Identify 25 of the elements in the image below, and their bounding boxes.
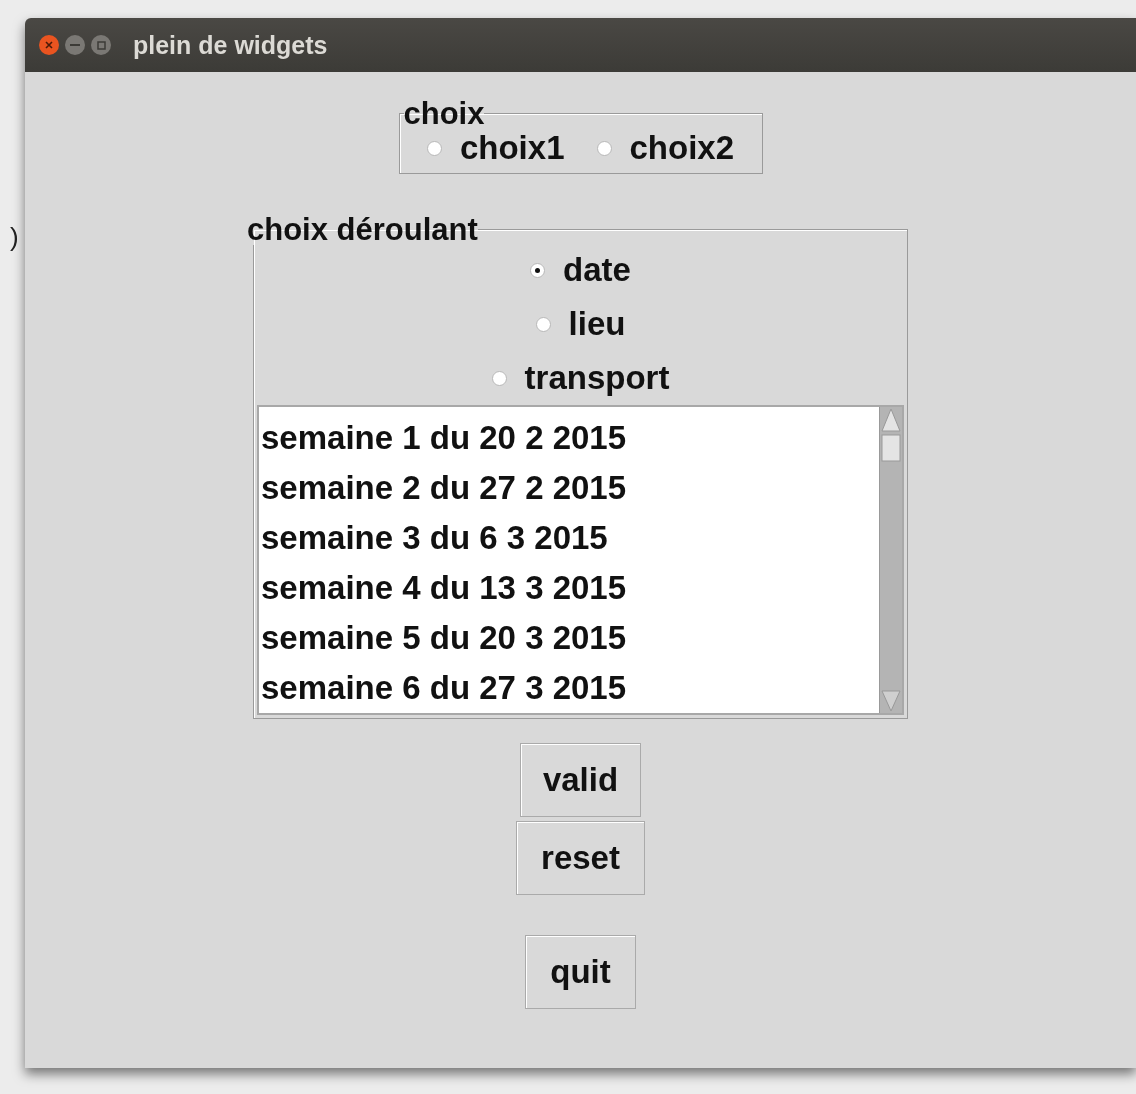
list-box[interactable]: semaine 1 du 20 2 2015 semaine 2 du 27 2 2015 semaine 3 du 6 3 2015 semaine 4 du 13 3 2015 semaine 5 du 20 3 2015 semaine 6 du 27 3 2015 bbox=[257, 405, 904, 715]
push-button[interactable]: valid bbox=[519, 743, 642, 817]
maximize-icon[interactable] bbox=[91, 35, 111, 55]
list-item[interactable]: semaine 2 du 27 2 2015 bbox=[259, 463, 879, 513]
list-item[interactable]: semaine 4 du 13 3 2015 bbox=[259, 563, 879, 613]
radio-option[interactable]: choix2 bbox=[596, 129, 735, 167]
list-item[interactable]: semaine 3 du 6 3 2015 bbox=[259, 513, 879, 563]
scroll-up-icon[interactable] bbox=[880, 407, 902, 463]
group-label: choix déroulant bbox=[247, 214, 478, 245]
minimize-icon[interactable] bbox=[65, 35, 85, 55]
radio-option[interactable]: transport bbox=[491, 359, 670, 397]
radio-option[interactable]: lieu bbox=[535, 305, 626, 343]
close-icon[interactable] bbox=[39, 35, 59, 55]
list-item[interactable]: semaine 5 du 20 3 2015 bbox=[259, 613, 879, 663]
list-item[interactable]: semaine 6 du 27 3 2015 bbox=[259, 663, 879, 713]
radio-option[interactable]: choix1 bbox=[426, 129, 565, 167]
window-title: plein de widgets bbox=[133, 30, 328, 60]
list-item[interactable]: semaine 1 du 20 2 2015 bbox=[259, 413, 879, 463]
group-label: choix bbox=[403, 98, 485, 129]
scrollbar[interactable] bbox=[879, 407, 902, 713]
push-button[interactable]: quit bbox=[525, 935, 636, 1009]
scroll-down-icon[interactable] bbox=[880, 689, 902, 713]
radio-option[interactable]: date bbox=[530, 251, 631, 289]
desktop-text: ) bbox=[9, 222, 19, 252]
push-button[interactable]: reset bbox=[516, 821, 645, 895]
